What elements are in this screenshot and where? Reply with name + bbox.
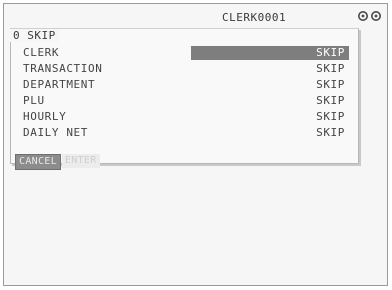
menu-item-value[interactable]: SKIP bbox=[316, 109, 345, 125]
menu-item-value[interactable]: SKIP bbox=[316, 45, 345, 61]
menu-item-value[interactable]: SKIP bbox=[316, 125, 345, 141]
menu-item-value[interactable]: SKIP bbox=[316, 93, 345, 109]
panel-title: 0 SKIP bbox=[10, 29, 59, 42]
menu-item-label: DAILY NET bbox=[23, 126, 89, 139]
status-bar: CLERK0001 bbox=[4, 4, 387, 26]
menu-item-label: PLU bbox=[23, 94, 45, 107]
cancel-button[interactable]: CANCEL bbox=[15, 154, 61, 170]
menu-item-department[interactable]: DEPARTMENT SKIP bbox=[23, 77, 353, 93]
menu-item-value[interactable]: SKIP bbox=[316, 61, 345, 77]
display-screen: CLERK0001 0 SKIP CLERK SKIP TRANSACTION … bbox=[3, 3, 388, 286]
menu-item-label: TRANSACTION bbox=[23, 62, 103, 75]
menu-item-label: CLERK bbox=[23, 46, 60, 59]
softkey-bar: CANCEL ENTER bbox=[15, 154, 100, 170]
menu-item-value[interactable]: SKIP bbox=[316, 77, 345, 93]
clerk-code: CLERK0001 bbox=[222, 11, 287, 24]
menu-item-label: HOURLY bbox=[23, 110, 67, 123]
menu-item-daily-net[interactable]: DAILY NET SKIP bbox=[23, 125, 353, 141]
enter-button[interactable]: ENTER bbox=[61, 154, 100, 168]
skip-menu: CLERK SKIP TRANSACTION SKIP DEPARTMENT S… bbox=[23, 45, 353, 141]
menu-item-hourly[interactable]: HOURLY SKIP bbox=[23, 109, 353, 125]
double-circle-icon bbox=[358, 11, 381, 21]
menu-item-clerk[interactable]: CLERK SKIP bbox=[23, 45, 353, 61]
menu-item-plu[interactable]: PLU SKIP bbox=[23, 93, 353, 109]
menu-item-label: DEPARTMENT bbox=[23, 78, 96, 91]
menu-item-transaction[interactable]: TRANSACTION SKIP bbox=[23, 61, 353, 77]
